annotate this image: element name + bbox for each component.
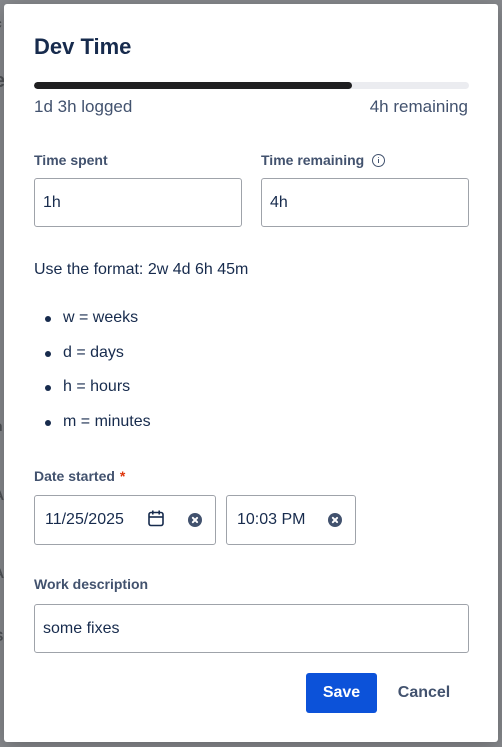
time-value: 10:03 PM (237, 511, 306, 528)
time-remaining-input[interactable] (261, 178, 469, 227)
info-icon[interactable] (372, 153, 386, 167)
work-description-label-text: Work description (34, 576, 149, 592)
clear-date-icon[interactable] (188, 513, 202, 527)
clear-time-icon[interactable] (328, 513, 342, 527)
time-spent-label-text: Time spent (34, 152, 108, 168)
time-spent-input[interactable] (34, 178, 242, 227)
time-remaining-text: 4h remaining (369, 97, 468, 116)
time-tracking-progress-bar (34, 82, 469, 89)
format-help-text: Use the format: 2w 4d 6h 45m (34, 261, 249, 278)
save-button[interactable]: Save (306, 673, 377, 713)
dialog-title: Dev Time (34, 34, 132, 59)
date-value: 11/25/2025 (45, 511, 124, 528)
time-picker[interactable]: 10:03 PM (226, 495, 356, 545)
time-logged-text: 1d 3h logged (34, 97, 133, 116)
date-started-label: Date started * (34, 468, 125, 484)
list-item: h = hours (34, 376, 151, 411)
calendar-icon[interactable] (148, 510, 164, 527)
work-description-input[interactable] (34, 604, 469, 653)
time-remaining-label-text: Time remaining (261, 152, 365, 168)
time-tracking-progress-fill (34, 82, 352, 89)
required-indicator: * (119, 468, 126, 484)
cancel-button[interactable]: Cancel (384, 673, 464, 713)
work-description-label: Work description (34, 576, 148, 592)
list-item: d = days (34, 342, 151, 377)
date-picker[interactable]: 11/25/2025 (34, 495, 216, 545)
time-spent-label: Time spent (34, 152, 108, 168)
date-started-label-text: Date started (34, 468, 115, 484)
time-remaining-label: Time remaining (261, 152, 386, 168)
list-item: m = minutes (34, 411, 151, 446)
log-time-dialog: Dev Time 1d 3h logged 4h remaining Time … (4, 4, 498, 742)
time-units-list: w = weeks d = days h = hours m = minutes (34, 307, 151, 445)
list-item: w = weeks (34, 307, 151, 342)
